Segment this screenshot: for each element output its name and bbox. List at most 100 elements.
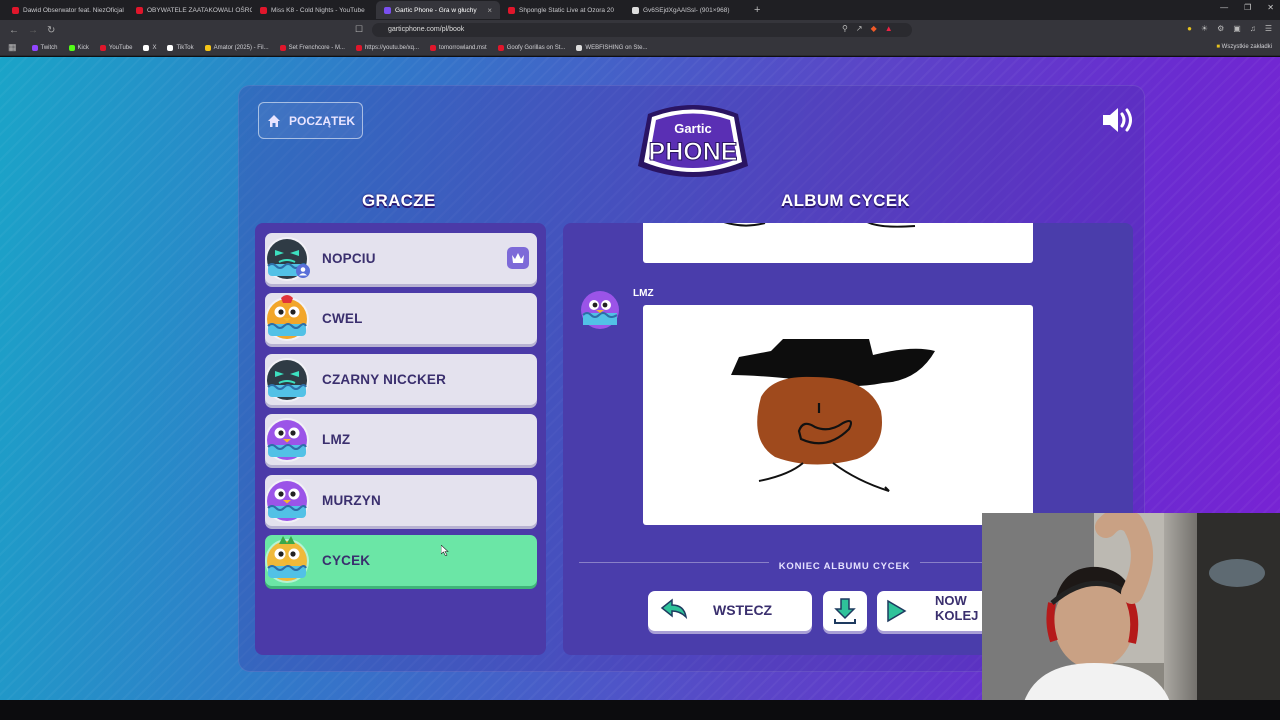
- new-tab-button[interactable]: +: [754, 4, 760, 16]
- player-avatar: [265, 418, 309, 463]
- player-row[interactable]: LMZ: [265, 414, 537, 466]
- undo-arrow-icon: [660, 598, 688, 620]
- bookmark-item[interactable]: YouTube: [99, 44, 133, 51]
- bookmark-item[interactable]: https://youtu.be/xq...: [355, 44, 420, 51]
- author-name: LMZ: [633, 288, 654, 299]
- bookmark-item[interactable]: Amator (2025) - Fil...: [204, 44, 269, 51]
- gartic-phone-logo: Gartic PHONE: [638, 105, 748, 177]
- download-icon: [834, 598, 856, 624]
- player-avatar: [265, 536, 309, 583]
- speaker-icon[interactable]: [1100, 105, 1136, 135]
- crown-icon: [507, 247, 529, 269]
- minimize-icon[interactable]: —: [1220, 3, 1228, 12]
- bookmark-favicon-icon: [430, 44, 437, 51]
- share-icon[interactable]: ↗: [856, 24, 863, 33]
- extensions-icon[interactable]: ⚙: [1217, 24, 1224, 33]
- bookmark-label: Twitch: [40, 44, 58, 51]
- forward-nav-icon[interactable]: →: [28, 25, 38, 36]
- players-heading: GRACZE: [362, 191, 436, 210]
- bookmark-favicon-icon: [31, 44, 38, 51]
- host-user-icon: [296, 264, 310, 278]
- browser-tab[interactable]: Gv6SEjdXgAAlSsl- (901×968): [624, 1, 748, 19]
- bookmark-label: X: [152, 44, 157, 51]
- rewards-icon[interactable]: ▲: [885, 24, 893, 33]
- logo-top-text: Gartic: [674, 121, 712, 136]
- bookmark-page-icon[interactable]: ☐: [355, 24, 363, 35]
- sidebar-icon[interactable]: ▣: [1233, 24, 1241, 33]
- close-tab-icon[interactable]: ×: [487, 6, 492, 15]
- player-name: CZARNY NICCKER: [322, 371, 447, 387]
- apps-icon[interactable]: ▦: [8, 42, 17, 53]
- tab-label: OBYWATELE ZAATAKOWALI OŚRODE: [147, 6, 252, 14]
- bookmark-favicon-icon: [143, 44, 150, 51]
- music-icon[interactable]: ♫: [1250, 24, 1256, 33]
- player-name: CYCEK: [322, 553, 371, 568]
- menu-icon[interactable]: ☰: [1265, 24, 1272, 33]
- tab-favicon-icon: [260, 6, 267, 14]
- bookmark-label: YouTube: [108, 44, 133, 51]
- browser-tab[interactable]: Dawid Obserwator feat. NiezOficjal: [4, 1, 128, 19]
- wallet-icon[interactable]: ●: [1187, 24, 1192, 33]
- bookmark-label: TikTok: [176, 44, 194, 51]
- bookmark-favicon-icon: [279, 44, 286, 51]
- window-controls: — ❐ ✕: [1220, 3, 1274, 12]
- bookmark-label: Goofy Gorillas on St...: [506, 44, 566, 51]
- bookmark-favicon-icon: [167, 44, 174, 51]
- player-row[interactable]: CZARNY NICCKER: [265, 353, 537, 405]
- browser-tab[interactable]: Gartic Phone - Gra w głuchy ×: [376, 1, 500, 19]
- tab-favicon-icon: [136, 6, 143, 14]
- bookmark-label: Set Frenchcore - M...: [288, 44, 345, 51]
- mouse-cursor: [441, 545, 449, 556]
- back-nav-icon[interactable]: ←: [9, 25, 19, 36]
- bookmark-item[interactable]: Twitch: [31, 44, 58, 51]
- tab-label: Gartic Phone - Gra w głuchy: [395, 6, 477, 14]
- bookmark-label: https://youtu.be/xq...: [364, 44, 420, 51]
- home-button[interactable]: POCZĄTEK: [258, 102, 363, 139]
- streamer-image: [982, 513, 1280, 708]
- bookmark-favicon-icon: [68, 44, 75, 51]
- player-avatar: [265, 357, 309, 402]
- brave-shield-icon[interactable]: ◆: [871, 24, 877, 33]
- back-button[interactable]: WSTECZ: [648, 591, 812, 631]
- all-bookmarks-folder[interactable]: ■ Wszystkie zakładki: [1216, 44, 1272, 50]
- tab-bar: Dawid Obserwator feat. NiezOficjal OBYWAT…: [0, 0, 1280, 20]
- bookmark-favicon-icon: [99, 44, 106, 51]
- home-label: POCZĄTEK: [289, 113, 355, 128]
- browser-tab[interactable]: Miss K8 - Cold Nights - YouTube: [252, 1, 376, 19]
- url-text: garticphone.com/pl/book: [388, 26, 465, 33]
- folder-icon: ■: [1216, 44, 1220, 50]
- player-name: LMZ: [322, 432, 351, 448]
- vpn-icon[interactable]: ☀: [1201, 24, 1208, 33]
- browser-tab[interactable]: OBYWATELE ZAATAKOWALI OŚRODE: [128, 1, 252, 19]
- bookmark-favicon-icon: [497, 44, 504, 51]
- reload-icon[interactable]: ↻: [47, 25, 55, 36]
- bookmark-item[interactable]: Kick: [68, 44, 89, 51]
- close-window-icon[interactable]: ✕: [1267, 3, 1274, 12]
- download-button[interactable]: [823, 591, 867, 631]
- players-panel: NOPCIU CWEL CZARNY NICCKER LMZ MURZYN CYCEK: [255, 223, 546, 655]
- bookmark-item[interactable]: X: [143, 44, 157, 51]
- bookmarks-bar: ▦ Twitch Kick YouTube X TikTok Amator (2025) …: [0, 40, 1280, 56]
- bookmark-item[interactable]: TikTok: [167, 44, 194, 51]
- browser-tab[interactable]: Shpongle Static Live at Ozora 20: [500, 1, 624, 19]
- url-field[interactable]: garticphone.com/pl/book: [372, 23, 912, 37]
- bookmark-label: Amator (2025) - Fil...: [213, 44, 269, 51]
- previous-drawing-card: [643, 223, 1033, 263]
- bookmark-label: WEBFISHING on Ste...: [585, 44, 648, 51]
- restore-icon[interactable]: ❐: [1244, 3, 1251, 12]
- tab-favicon-icon: [384, 6, 391, 14]
- player-avatar: [265, 478, 309, 523]
- bookmark-item[interactable]: Set Frenchcore - M...: [279, 44, 345, 51]
- tab-label: Miss K8 - Cold Nights - YouTube: [271, 6, 365, 14]
- bookmark-item[interactable]: Goofy Gorillas on St...: [497, 44, 566, 51]
- bookmark-item[interactable]: WEBFISHING on Ste...: [576, 44, 648, 51]
- player-row[interactable]: CYCEK: [265, 535, 537, 586]
- bookmark-label: tomorrowland.mst: [439, 44, 487, 51]
- player-row[interactable]: CWEL: [265, 293, 537, 345]
- search-icon[interactable]: ⚲: [842, 24, 848, 33]
- logo-bottom-text: PHONE: [649, 138, 738, 166]
- webcam-overlay: [982, 513, 1280, 708]
- player-row[interactable]: MURZYN: [265, 474, 537, 526]
- bookmark-item[interactable]: tomorrowland.mst: [430, 44, 487, 51]
- player-row[interactable]: NOPCIU: [265, 233, 537, 284]
